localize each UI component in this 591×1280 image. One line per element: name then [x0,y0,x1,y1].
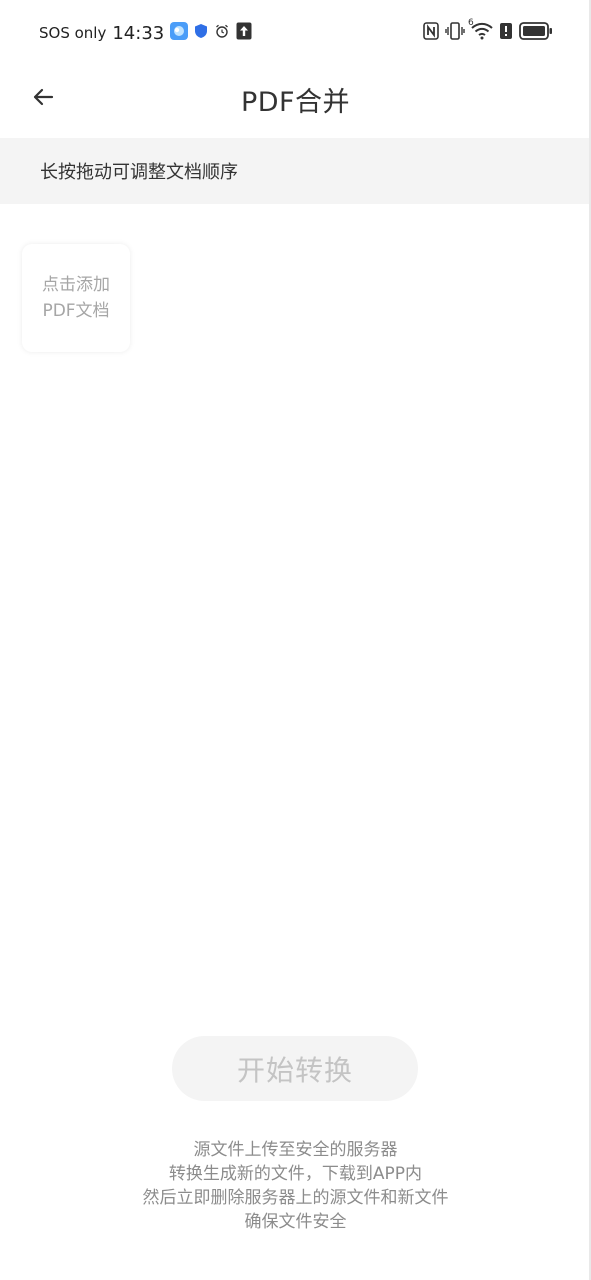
add-pdf-label-line1: 点击添加 [42,275,110,295]
start-convert-label: 开始转换 [236,1053,353,1087]
clock: 14:33 [112,22,165,44]
add-pdf-label-line2: PDF文档 [42,301,110,321]
alarm-icon [214,23,230,43]
security-note-line: 然后立即删除服务器上的源文件和新文件 [142,1188,449,1208]
screen: SOS only 14:33 6 PDF合并 长按拖动可调整文档顺序 点击添加 … [0,0,591,1280]
carrier-text: SOS only [39,24,107,42]
page-title: PDF合并 [240,87,351,118]
shield-icon [194,23,208,43]
hint-text: 长按拖动可调整文档顺序 [40,162,238,183]
status-bar: SOS only 14:33 6 [0,0,591,66]
security-note-line: 转换生成新的文件，下载到APP内 [168,1164,423,1184]
battery-icon [519,22,553,44]
app-bar: PDF合并 [0,66,591,138]
status-right: 6 [417,18,553,44]
security-note-line: 源文件上传至安全的服务器 [193,1140,398,1160]
upload-icon [236,22,252,44]
security-note: 源文件上传至安全的服务器 转换生成新的文件，下载到APP内 然后立即删除服务器上… [0,1138,591,1234]
start-convert-button[interactable]: 开始转换 [172,1036,418,1101]
status-left: SOS only 14:33 [39,22,258,44]
add-pdf-button[interactable]: 点击添加 PDF文档 [22,244,130,352]
battery-alert-icon [499,22,513,44]
wifi-6-icon: 6 [468,18,493,44]
hint-banner: 长按拖动可调整文档顺序 [0,138,589,204]
weather-app-icon [170,22,189,44]
wifi-6-label: 6 [468,18,474,28]
vibrate-icon [445,22,465,44]
security-note-line: 确保文件安全 [244,1212,347,1232]
nfc-icon [423,22,439,44]
